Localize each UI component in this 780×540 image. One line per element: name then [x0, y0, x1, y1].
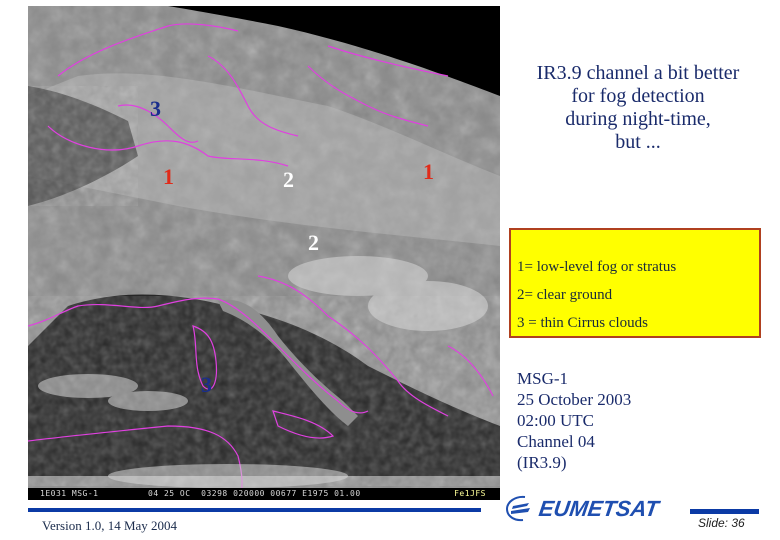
slide-heading: IR3.9 channel a bit better for fog detec… — [506, 62, 770, 154]
heading-line: but ... — [615, 131, 661, 153]
satellite-status-bar: 1E031 MSG-1 04 25 OC 03298 020000 00677 … — [28, 488, 500, 500]
image-info: MSG-1 25 October 2003 02:00 UTC Channel … — [517, 368, 631, 473]
marker-2-clear-ground: 2 — [308, 230, 319, 255]
info-satellite: MSG-1 — [517, 369, 569, 388]
slide-number: Slide: 36 — [698, 516, 745, 530]
satellite-scene — [28, 6, 500, 500]
heading-line: IR3.9 channel a bit better — [536, 62, 740, 84]
status-bar-right: Fe1JFS — [454, 489, 486, 498]
legend-box: 1= low-level fog or stratus 2= clear gro… — [509, 228, 761, 338]
satellite-image: 3 1 2 1 2 3 1E031 MSG-1 04 25 OC 03298 0… — [28, 6, 500, 500]
version-label: Version 1.0, 14 May 2004 — [42, 518, 178, 533]
marker-1-fog: 1 — [423, 159, 434, 184]
status-bar-middle: 04 25 OC 03298 020000 00677 E1975 01.00 — [148, 489, 361, 498]
marker-3-cirrus: 3 — [150, 96, 161, 121]
legend-item-cirrus: 3 = thin Cirrus clouds — [517, 315, 648, 331]
marker-3-cirrus: 3 — [201, 372, 212, 397]
heading-line: for fog detection — [571, 85, 705, 107]
marker-1-fog: 1 — [163, 164, 174, 189]
marker-2-clear-ground: 2 — [283, 167, 294, 192]
legend-item-clear-ground: 2= clear ground — [517, 287, 613, 303]
legend-item-fog: 1= low-level fog or stratus — [517, 259, 677, 275]
info-time: 02:00 UTC — [517, 411, 594, 430]
footer-divider — [28, 508, 481, 512]
logo-text: EUMETSAT — [537, 496, 661, 521]
heading-line: during night-time, — [565, 108, 711, 130]
slide-number-bar — [690, 509, 759, 514]
status-bar-left: 1E031 MSG-1 — [40, 489, 99, 498]
eumetsat-logo: EUMETSAT — [503, 494, 663, 522]
eumetsat-globe-icon — [505, 495, 530, 522]
info-date: 25 October 2003 — [517, 390, 632, 409]
info-channel: Channel 04 — [517, 432, 595, 451]
info-band: (IR3.9) — [517, 453, 567, 472]
